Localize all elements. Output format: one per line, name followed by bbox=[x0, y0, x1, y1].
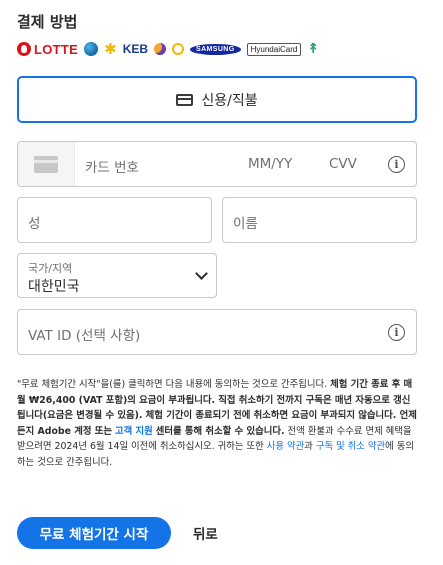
moon-logo-icon bbox=[154, 43, 167, 55]
last-name-placeholder: 성 bbox=[28, 216, 41, 232]
vat-id-placeholder: VAT ID (선택 사항) bbox=[28, 328, 141, 344]
country-value: 대한민국 bbox=[28, 279, 80, 295]
chevron-down-icon bbox=[195, 267, 208, 280]
legal-and: 과 bbox=[304, 441, 313, 453]
support-link[interactable]: 고객 지원 bbox=[115, 426, 153, 437]
vat-info-icon[interactable]: i bbox=[388, 324, 405, 341]
start-trial-button[interactable]: 무료 체험기간 시작 bbox=[17, 517, 171, 549]
samsung-logo: SAMSUNG bbox=[190, 43, 241, 55]
card-placeholder-icon bbox=[34, 155, 58, 173]
lotte-mark-icon bbox=[17, 42, 31, 56]
lotte-wordmark: LOTTE bbox=[34, 41, 79, 57]
card-expiry-input[interactable]: MM/YY bbox=[248, 156, 292, 172]
first-name-field[interactable]: 이름 bbox=[222, 197, 417, 243]
keb-logo: KEB bbox=[122, 42, 149, 56]
back-button[interactable]: 뒤로 bbox=[193, 523, 218, 543]
medal-logo-icon bbox=[172, 43, 185, 55]
legal-intro: "무료 체험기간 시작"을(를) 클릭하면 다음 내용에 동의하는 것으로 간주… bbox=[17, 379, 328, 390]
card-number-input[interactable]: 카드 번호 bbox=[85, 156, 139, 176]
kb-star-icon: ✱ bbox=[104, 39, 117, 58]
legal-cancel-info: 센터를 통해 취소할 수 있습니다. bbox=[155, 425, 285, 437]
lotte-logo: LOTTE bbox=[17, 42, 78, 57]
terms-of-use-link[interactable]: 사용 약관 bbox=[267, 441, 304, 452]
nh-logo-icon: ↟ bbox=[307, 41, 320, 57]
section-title: 결제 방법 bbox=[17, 13, 78, 31]
country-select[interactable]: 국가/지역 대한민국 bbox=[17, 253, 217, 298]
first-name-placeholder: 이름 bbox=[233, 216, 258, 232]
last-name-field[interactable]: 성 bbox=[17, 197, 212, 243]
card-cvv-input[interactable]: CVV bbox=[329, 156, 357, 172]
hyundai-card-logo: HyundaiCard bbox=[246, 42, 302, 56]
info-icon[interactable]: i bbox=[388, 156, 405, 173]
globe-logo-icon bbox=[84, 42, 99, 56]
tab-label: 신용/직불 bbox=[201, 92, 258, 109]
tab-credit-debit[interactable]: 신용/직불 bbox=[17, 76, 417, 123]
card-icon-box bbox=[18, 142, 75, 186]
vat-id-field[interactable]: VAT ID (선택 사항) i bbox=[17, 309, 417, 355]
card-details-field[interactable]: 카드 번호 MM/YY CVV i bbox=[17, 141, 417, 187]
accepted-cards-row: LOTTE ✱ KEB SAMSUNG HyundaiCard ↟ bbox=[17, 39, 337, 59]
credit-card-icon bbox=[176, 93, 194, 106]
country-label: 국가/지역 bbox=[28, 262, 73, 275]
legal-notice: "무료 체험기간 시작"을(를) 클릭하면 다음 내용에 동의하는 것으로 간주… bbox=[17, 377, 417, 471]
subscription-terms-link[interactable]: 구독 및 취소 약관 bbox=[316, 441, 385, 452]
